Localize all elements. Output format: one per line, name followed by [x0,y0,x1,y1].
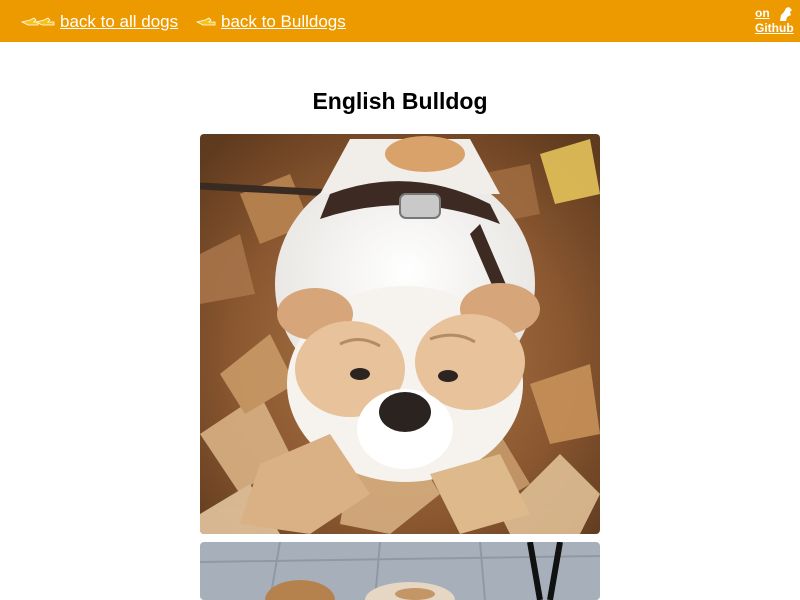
pointing-hand-icon [20,15,56,29]
github-link[interactable]: on Github [755,6,795,36]
back-to-all-dogs-link[interactable]: back to all dogs [20,11,178,33]
pointing-hand-icon [195,15,217,29]
top-nav-bar: back to all dogs back to Bulldogs on Git… [0,0,800,42]
back-to-breed-link[interactable]: back to Bulldogs [195,11,346,33]
back-to-breed-label: back to Bulldogs [221,12,346,31]
page-title: English Bulldog [312,88,488,114]
back-to-all-dogs-label: back to all dogs [60,12,179,31]
dog-icon [777,6,793,27]
github-on-label: on [755,6,770,20]
bulldog-on-pavement-photo[interactable] [200,542,600,600]
bulldog-in-leaves-photo[interactable] [200,134,600,534]
